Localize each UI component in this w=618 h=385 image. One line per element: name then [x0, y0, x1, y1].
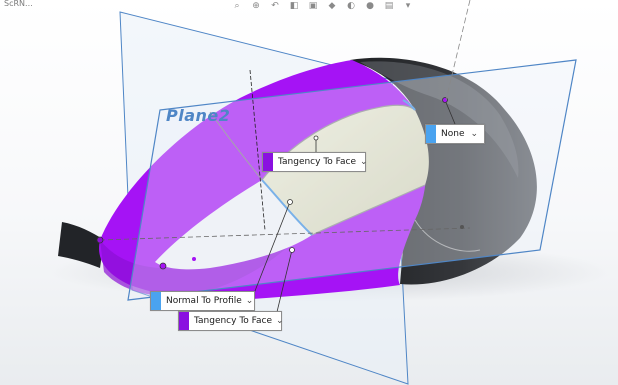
handle-point[interactable]	[192, 257, 196, 261]
scene-icon[interactable]: ▤	[384, 2, 394, 11]
front-tip[interactable]	[58, 222, 104, 268]
zoom-area-icon[interactable]: ⊕	[251, 2, 261, 11]
chevron-down-icon[interactable]: ⌄	[276, 316, 284, 326]
heads-up-view-toolbar: ⌕ ⊕ ↶ ◧ ▣ ◆ ◐ ● ▤ ▾	[232, 0, 413, 12]
plane2-label[interactable]: Plane2	[166, 106, 230, 125]
tangency-to-face-callout-bottom[interactable]: Tangency To Face ⌄	[178, 311, 284, 331]
display-style-icon[interactable]: ◆	[327, 2, 337, 11]
corner-text: ScRN...	[4, 0, 33, 8]
handle-point[interactable]	[289, 247, 295, 253]
callout-label: Normal To Profile	[166, 296, 242, 306]
graphics-area[interactable]: ScRN... ⌕ ⊕ ↶ ◧ ▣ ◆ ◐ ● ▤ ▾ Plane2 Tange…	[0, 0, 618, 385]
callout-label: None	[441, 129, 465, 139]
handle-point[interactable]	[96, 236, 104, 244]
zoom-fit-icon[interactable]: ⌕	[232, 2, 242, 11]
callout-label: Tangency To Face	[194, 316, 273, 326]
handle-point[interactable]	[313, 135, 319, 141]
chevron-down-icon[interactable]: ⌄	[246, 296, 254, 306]
handle-point[interactable]	[460, 225, 464, 229]
previous-view-icon[interactable]: ↶	[270, 2, 280, 11]
handle-point[interactable]	[159, 262, 167, 270]
tangency-swatch	[263, 153, 273, 171]
chevron-down-icon[interactable]: ⌄	[360, 157, 368, 167]
normal-swatch	[426, 125, 436, 143]
normal-to-profile-callout[interactable]: Normal To Profile ⌄	[150, 291, 255, 311]
section-view-icon[interactable]: ◧	[289, 2, 299, 11]
appearance-icon[interactable]: ●	[365, 2, 375, 11]
hide-show-icon[interactable]: ◐	[346, 2, 356, 11]
tangency-to-face-callout-top[interactable]: Tangency To Face ⌄	[262, 152, 368, 172]
handle-point[interactable]	[287, 199, 293, 205]
view-orientation-icon[interactable]: ▣	[308, 2, 318, 11]
view-settings-icon[interactable]: ▾	[403, 2, 413, 11]
none-callout[interactable]: None ⌄	[425, 124, 485, 144]
callout-label: Tangency To Face	[278, 157, 357, 167]
chevron-down-icon[interactable]: ⌄	[468, 129, 480, 139]
normal-swatch	[151, 292, 161, 310]
tangency-swatch	[179, 312, 189, 330]
model-scene[interactable]	[0, 0, 618, 385]
